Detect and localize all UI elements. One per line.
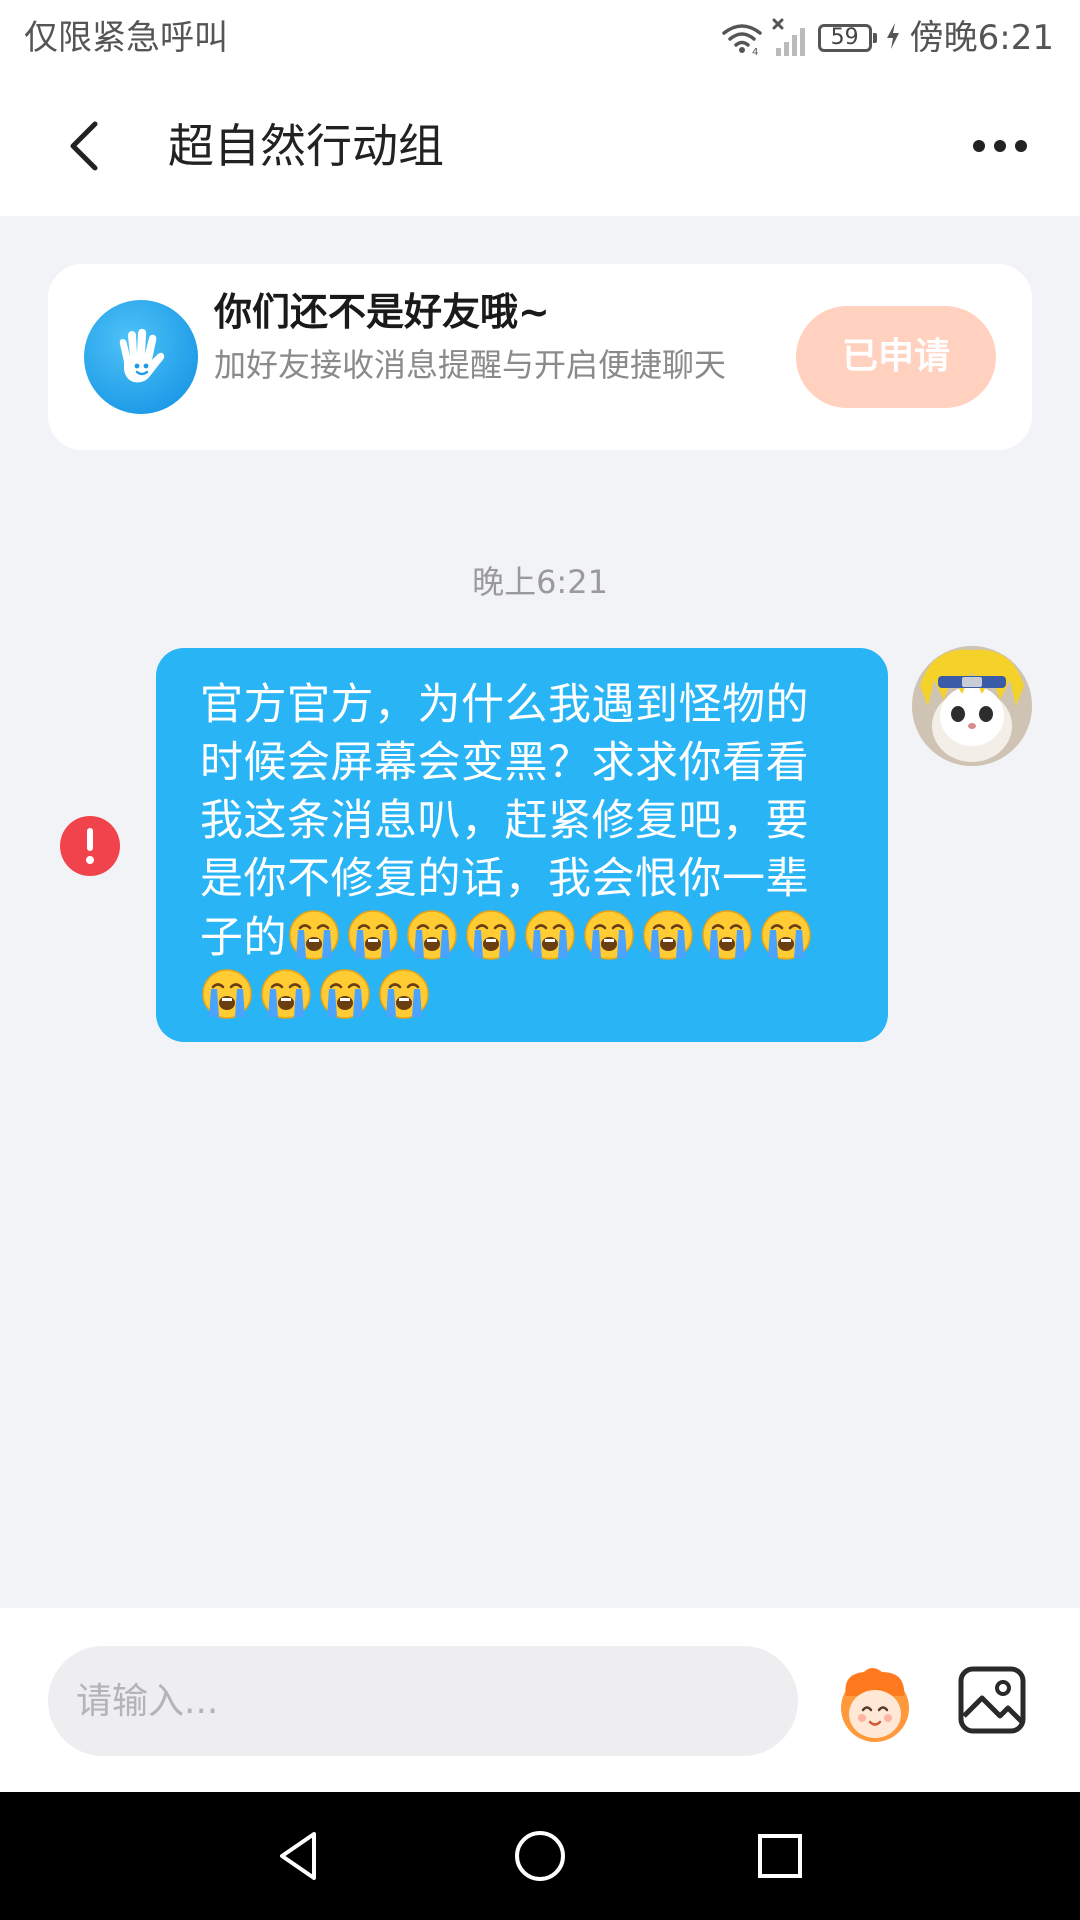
message-input[interactable] bbox=[48, 1646, 798, 1756]
avatar[interactable] bbox=[912, 646, 1032, 766]
loudly-crying-face-icon bbox=[289, 910, 339, 960]
message-timestamp: 晚上6:21 bbox=[472, 563, 608, 601]
more-dot bbox=[994, 140, 1006, 152]
chat-title: 超自然行动组 bbox=[168, 119, 444, 173]
exclamation-dot bbox=[86, 856, 94, 864]
system-home-button[interactable] bbox=[510, 1826, 570, 1886]
friend-card-description: 加好友接收消息提醒与开启便捷聊天 bbox=[214, 346, 727, 384]
emoji-row bbox=[200, 910, 818, 1022]
loudly-crying-face-icon bbox=[702, 910, 752, 960]
wifi-icon: 4 bbox=[721, 21, 762, 55]
friend-request-card: 你们还不是好友哦~ 加好友接收消息提醒与开启便捷聊天 已申请 bbox=[48, 264, 1032, 450]
loudly-crying-face-icon bbox=[466, 910, 516, 960]
loudly-crying-face-icon bbox=[379, 969, 429, 1019]
exclamation-bar bbox=[87, 828, 93, 851]
image-icon bbox=[958, 1666, 1026, 1734]
carrier-text: 仅限紧急呼叫 bbox=[24, 18, 228, 58]
charging-icon bbox=[886, 22, 900, 54]
back-button[interactable] bbox=[52, 112, 116, 180]
square-recents-icon bbox=[758, 1834, 802, 1878]
input-bar bbox=[0, 1608, 1080, 1792]
system-recents-button[interactable] bbox=[750, 1826, 810, 1886]
status-icons: 4 59 傍晚6:21 bbox=[721, 14, 1054, 62]
image-button[interactable] bbox=[956, 1664, 1028, 1736]
send-failed-icon[interactable] bbox=[60, 816, 120, 876]
loudly-crying-face-icon bbox=[584, 910, 634, 960]
loudly-crying-face-icon bbox=[261, 969, 311, 1019]
message-bubble[interactable]: 官方官方，为什么我遇到怪物的时候会屏幕会变黑？求求你看看我这条消息叭，赶紧修复吧… bbox=[156, 648, 888, 1042]
loudly-crying-face-icon bbox=[643, 910, 693, 960]
loudly-crying-face-icon bbox=[407, 910, 457, 960]
chat-screen: 仅限紧急呼叫 4 59 傍晚6:21 超自然行动组 你们还不是好友哦~ 加好友接… bbox=[0, 0, 1080, 1920]
loudly-crying-face-icon bbox=[761, 910, 811, 960]
more-horizontal-icon bbox=[973, 140, 985, 152]
system-navigation-bar bbox=[0, 1792, 1080, 1920]
sticker-icon bbox=[841, 1668, 909, 1742]
system-back-button[interactable] bbox=[270, 1826, 330, 1886]
more-dot bbox=[1015, 140, 1027, 152]
triangle-back-icon bbox=[280, 1832, 316, 1880]
hand-wave-icon bbox=[84, 300, 198, 414]
circle-home-icon bbox=[515, 1831, 565, 1881]
clock: 傍晚6:21 bbox=[909, 18, 1054, 58]
more-button[interactable] bbox=[964, 122, 1036, 170]
nav-bar: 超自然行动组 bbox=[0, 76, 1080, 216]
friend-card-title: 你们还不是好友哦~ bbox=[214, 290, 550, 334]
loudly-crying-face-icon bbox=[348, 910, 398, 960]
chevron-left-icon bbox=[70, 121, 98, 171]
loudly-crying-face-icon bbox=[320, 969, 370, 1019]
loudly-crying-face-icon bbox=[525, 910, 575, 960]
signal-icon bbox=[772, 18, 808, 58]
loudly-crying-face-icon bbox=[202, 969, 252, 1019]
status-bar: 仅限紧急呼叫 4 59 傍晚6:21 bbox=[0, 0, 1080, 76]
applied-button[interactable]: 已申请 bbox=[796, 306, 996, 408]
sticker-button[interactable] bbox=[832, 1660, 918, 1746]
battery-indicator: 59 bbox=[817, 24, 877, 52]
svg-text:4: 4 bbox=[752, 47, 758, 55]
